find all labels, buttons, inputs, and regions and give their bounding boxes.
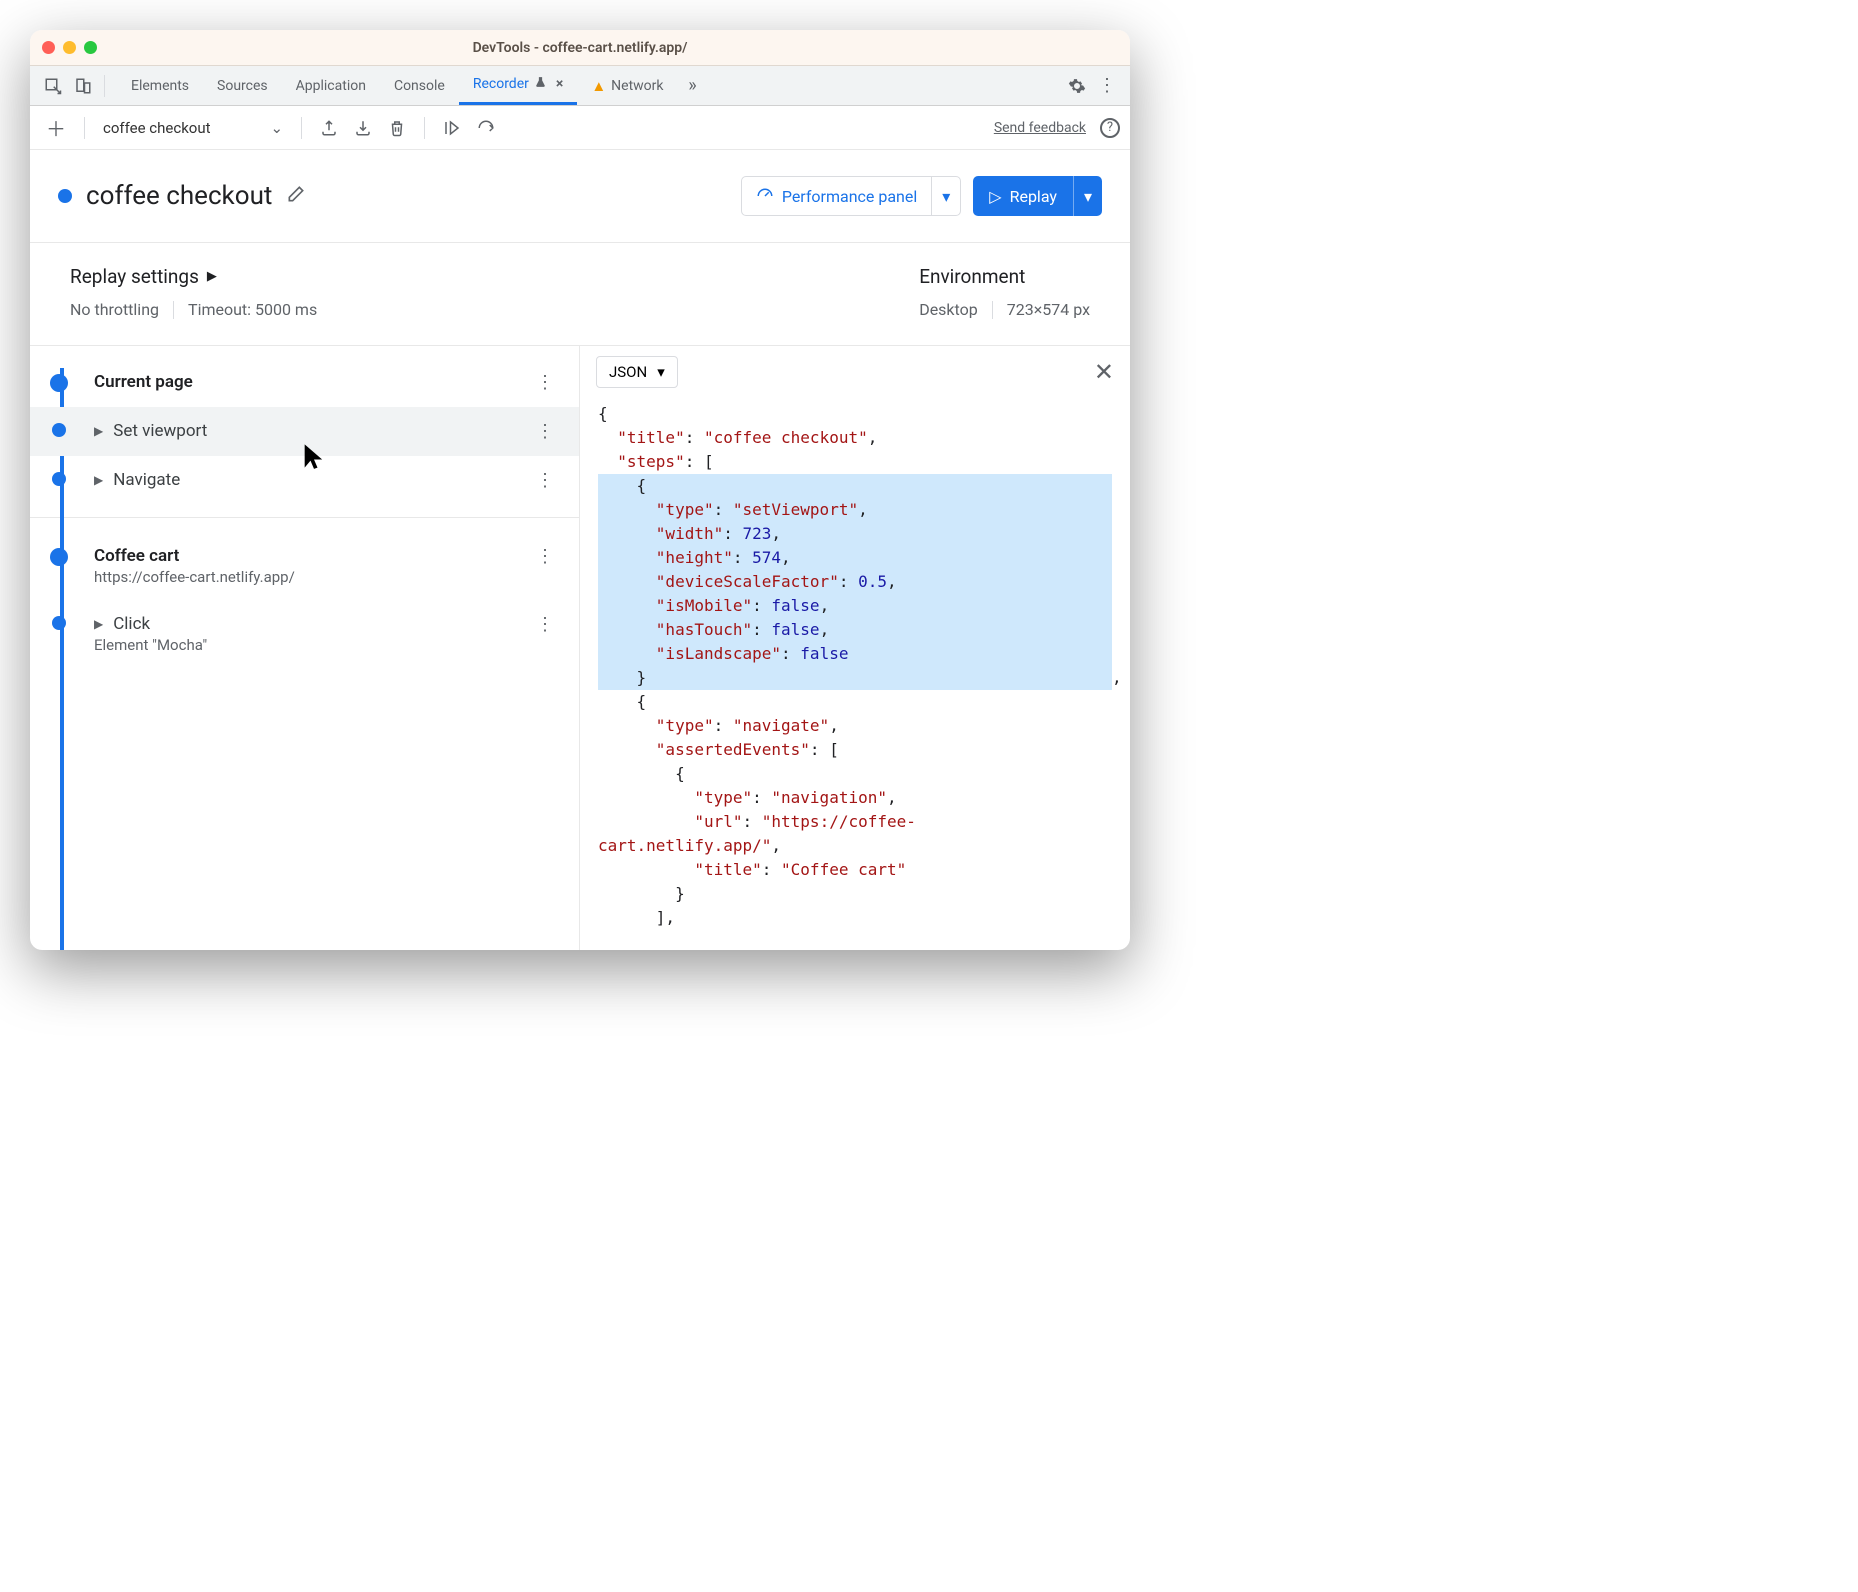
performance-panel-button: Performance panel ▾	[741, 176, 961, 216]
step-label: Set viewport	[113, 421, 207, 441]
step-label: Click	[113, 614, 150, 634]
step-item[interactable]: Coffee cart https://coffee-cart.netlify.a…	[30, 532, 579, 600]
step-menu-icon[interactable]: ⋮	[530, 546, 559, 567]
code-panel: JSON ▾ ✕ { "title": "coffee checkout", "…	[580, 346, 1130, 950]
recording-name: coffee checkout	[103, 119, 211, 137]
more-tabs-icon[interactable]: »	[678, 75, 708, 96]
tab-elements[interactable]: Elements	[117, 66, 203, 105]
replay-dropdown[interactable]: ▾	[1073, 176, 1102, 216]
chevron-down-icon: ▾	[657, 363, 665, 381]
throttling-value: No throttling	[70, 300, 159, 319]
play-icon: ▷	[989, 187, 1001, 206]
help-icon[interactable]: ?	[1100, 118, 1120, 138]
more-menu-icon[interactable]: ⋮	[1092, 75, 1122, 96]
chevron-right-icon: ▶	[207, 269, 217, 284]
step-subtitle: Element "Mocha"	[94, 636, 530, 654]
step-icon[interactable]	[477, 119, 495, 137]
step-item[interactable]: ▶ Navigate ⋮	[30, 456, 579, 505]
step-item[interactable]: Current page ⋮	[30, 358, 579, 407]
edit-title-icon[interactable]	[286, 184, 306, 208]
divider	[104, 75, 105, 97]
send-feedback-link[interactable]: Send feedback	[994, 120, 1086, 136]
step-menu-icon[interactable]: ⋮	[530, 614, 559, 635]
timeout-value: Timeout: 5000 ms	[188, 300, 317, 319]
recording-status-dot	[58, 189, 72, 203]
step-item[interactable]: ▶ Set viewport ⋮	[30, 407, 579, 456]
new-recording-button[interactable]: ＋	[40, 113, 72, 142]
step-subtitle: https://coffee-cart.netlify.app/	[94, 568, 530, 586]
settings-bar: Replay settings ▶ No throttling Timeout:…	[30, 243, 1130, 346]
inspect-element-icon[interactable]	[38, 77, 68, 95]
performance-panel-dropdown[interactable]: ▾	[931, 177, 960, 215]
step-node	[50, 374, 68, 392]
gauge-icon	[756, 187, 774, 205]
tab-application[interactable]: Application	[282, 66, 380, 105]
step-menu-icon[interactable]: ⋮	[530, 421, 559, 442]
device-toolbar-icon[interactable]	[68, 77, 98, 95]
devtools-window: DevTools - coffee-cart.netlify.app/ Elem…	[30, 30, 1130, 950]
chevron-right-icon: ▶	[94, 424, 103, 438]
divider	[424, 117, 425, 139]
step-node	[52, 472, 66, 486]
tab-network[interactable]: ▲ Network	[577, 66, 677, 105]
recorder-content: Current page⋮▶Set viewport⋮▶Navigate⋮Cof…	[30, 346, 1130, 950]
import-icon[interactable]	[354, 119, 372, 137]
step-node	[52, 616, 66, 630]
tab-console[interactable]: Console	[380, 66, 459, 105]
format-select[interactable]: JSON ▾	[596, 356, 678, 388]
recording-select[interactable]: coffee checkout ⌄	[97, 119, 289, 137]
environment-title: Environment	[919, 265, 1025, 288]
tab-recorder[interactable]: Recorder ×	[459, 66, 577, 105]
step-node	[52, 423, 66, 437]
chevron-right-icon: ▶	[94, 617, 103, 631]
warning-icon: ▲	[591, 77, 606, 95]
step-label: Coffee cart	[94, 546, 179, 566]
window-titlebar: DevTools - coffee-cart.netlify.app/	[30, 30, 1130, 66]
panel-tabs: Elements Sources Application Console Rec…	[117, 66, 678, 105]
divider	[173, 301, 174, 319]
panel-tabbar: Elements Sources Application Console Rec…	[30, 66, 1130, 106]
performance-panel-main[interactable]: Performance panel	[742, 187, 931, 206]
environment-device: Desktop	[919, 300, 978, 319]
environment-dimensions: 723×574 px	[1007, 300, 1090, 319]
divider	[992, 301, 993, 319]
flask-icon	[534, 76, 547, 93]
close-tab-icon[interactable]: ×	[556, 76, 563, 92]
replay-main[interactable]: ▷ Replay	[973, 176, 1073, 216]
recording-title: coffee checkout	[86, 181, 272, 211]
divider	[301, 117, 302, 139]
divider	[84, 117, 85, 139]
step-menu-icon[interactable]: ⋮	[530, 470, 559, 491]
steps-panel: Current page⋮▶Set viewport⋮▶Navigate⋮Cof…	[30, 346, 580, 950]
step-label: Navigate	[113, 470, 180, 490]
code-view[interactable]: { "title": "coffee checkout", "steps": […	[580, 398, 1130, 950]
tab-sources[interactable]: Sources	[203, 66, 282, 105]
step-menu-icon[interactable]: ⋮	[530, 372, 559, 393]
close-code-button[interactable]: ✕	[1094, 358, 1114, 386]
step-over-icon[interactable]	[443, 119, 461, 137]
step-label: Current page	[94, 372, 193, 392]
window-title: DevTools - coffee-cart.netlify.app/	[30, 40, 1130, 56]
recording-header: coffee checkout Performance panel ▾ ▷ Re…	[30, 150, 1130, 243]
recorder-toolbar: ＋ coffee checkout ⌄ Send feedback ?	[30, 106, 1130, 150]
delete-icon[interactable]	[388, 119, 406, 137]
settings-gear-icon[interactable]	[1062, 77, 1092, 95]
export-icon[interactable]	[320, 119, 338, 137]
replay-button: ▷ Replay ▾	[973, 176, 1102, 216]
chevron-down-icon: ⌄	[271, 119, 284, 137]
chevron-right-icon: ▶	[94, 473, 103, 487]
replay-settings-toggle[interactable]: Replay settings ▶	[70, 265, 317, 288]
step-item[interactable]: ▶ Click Element "Mocha"⋮	[30, 600, 579, 668]
step-node	[50, 548, 68, 566]
